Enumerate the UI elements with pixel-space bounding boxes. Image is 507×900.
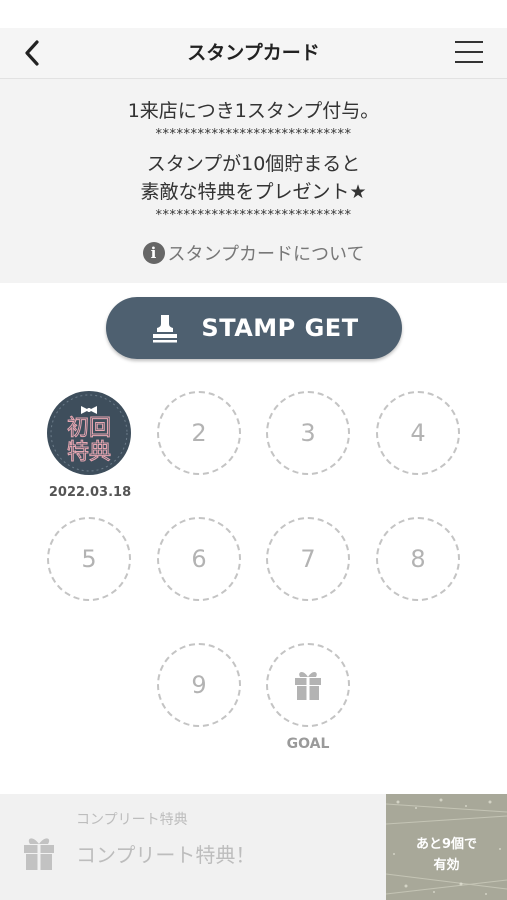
stamp-info-panel: 1来店につき1スタンプ付与。 *************************… xyxy=(0,79,507,283)
stamp-slot-4: 4 xyxy=(376,391,460,475)
stamp-slot-8: 8 xyxy=(376,517,460,601)
info-line-1: 1来店につき1スタンプ付与。 xyxy=(127,100,380,122)
hamburger-icon xyxy=(455,41,483,43)
stamp-date: 2022.03.18 xyxy=(48,485,132,500)
info-icon: i xyxy=(142,242,165,264)
goal-label: GOAL xyxy=(286,736,330,752)
hamburger-icon-bar xyxy=(455,61,483,63)
stamp-slot-3: 3 xyxy=(266,391,350,475)
info-line-3: 素敵な特典をプレゼント★ xyxy=(140,181,367,203)
badge-text-line2: 特典 xyxy=(67,440,111,465)
about-stamp-card-label: スタンプカードについて xyxy=(167,244,365,265)
info-divider-2: **************************** xyxy=(155,208,352,223)
gift-icon xyxy=(24,838,54,870)
info-divider-1: **************************** xyxy=(155,127,352,142)
reward-title: コンプリート特典！ xyxy=(76,843,256,867)
stamp-get-label: STAMP GET xyxy=(201,314,359,342)
stamp-slot-2: 2 xyxy=(157,391,241,475)
menu-button[interactable] xyxy=(455,41,483,65)
nav-bar: スタンプカード xyxy=(0,28,507,79)
stamp-slot-1: 初回 特典 xyxy=(47,391,131,475)
remaining-status-text: 有効 xyxy=(433,858,460,873)
remaining-count-text: あと9個で xyxy=(415,837,478,852)
stamp-slot-7: 7 xyxy=(266,517,350,601)
page-title: スタンプカード xyxy=(187,42,320,64)
first-visit-badge: 初回 特典 xyxy=(47,391,131,475)
reward-sub-label: コンプリート特典 xyxy=(76,812,188,828)
stamp-get-button[interactable]: STAMP GET xyxy=(106,297,402,359)
info-line-2: スタンプが10個貯まると xyxy=(146,153,361,175)
remaining-badge: あと9個で 有効 xyxy=(386,794,507,900)
stamp-slot-9: 9 xyxy=(157,643,241,727)
status-bar xyxy=(0,0,507,28)
gift-icon xyxy=(295,672,321,700)
stamp-slot-5: 5 xyxy=(47,517,131,601)
complete-reward-bar[interactable]: コンプリート特典 コンプリート特典！ あと9個で 有効 xyxy=(0,794,507,900)
stamp-slot-6: 6 xyxy=(157,517,241,601)
badge-text-line1: 初回 xyxy=(67,416,111,441)
stamp-slot-goal xyxy=(266,643,350,727)
stamp-icon xyxy=(153,315,178,343)
hamburger-icon-bar xyxy=(455,51,483,53)
about-stamp-card-link[interactable]: i スタンプカードについて xyxy=(0,239,507,267)
